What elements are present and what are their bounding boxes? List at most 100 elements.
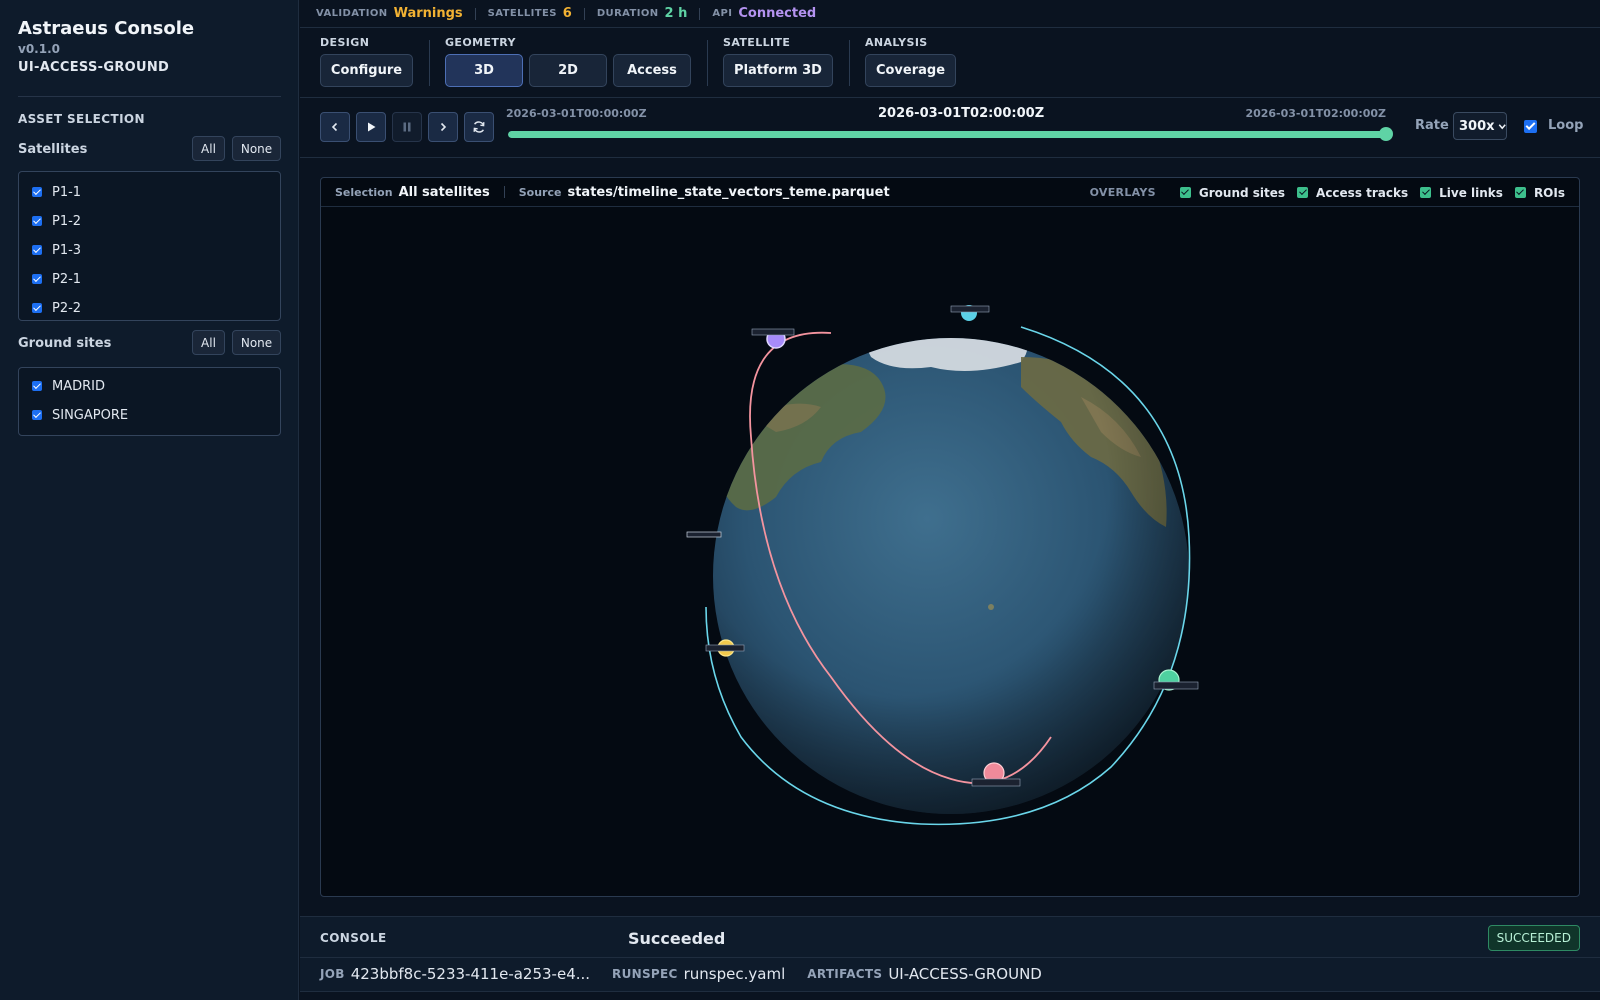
asset-selection-title: ASSET SELECTION bbox=[18, 112, 145, 126]
ground-site-checkbox[interactable] bbox=[32, 381, 42, 391]
geometry-group-label: GEOMETRY bbox=[445, 36, 516, 49]
satellite-list[interactable]: P1-1 P1-2 P1-3 P2-1 P2-2 bbox=[18, 171, 281, 321]
overlay-checkbox[interactable] bbox=[1297, 187, 1309, 198]
ground-site-label: SINGAPORE bbox=[52, 407, 129, 423]
viewport-header: Selection All satellites Source states/t… bbox=[321, 178, 1579, 207]
console-title: CONSOLE bbox=[320, 931, 387, 945]
satellite-item[interactable]: P1-2 bbox=[19, 211, 81, 231]
chevron-down-icon bbox=[1498, 123, 1506, 129]
overlay-checkbox[interactable] bbox=[1420, 187, 1432, 198]
satellites-none-button[interactable]: None bbox=[232, 136, 281, 161]
toolbar-separator bbox=[849, 40, 850, 86]
satellite-checkbox[interactable] bbox=[32, 274, 42, 284]
source-value: states/timeline_state_vectors_teme.parqu… bbox=[567, 184, 890, 200]
overlay-live-links[interactable]: Live links bbox=[1420, 186, 1503, 200]
reset-button[interactable] bbox=[464, 112, 494, 142]
ground-sites-none-button[interactable]: None bbox=[232, 330, 281, 355]
duration-value: 2 h bbox=[664, 6, 688, 21]
satellites-count-label: SATELLITES bbox=[487, 8, 557, 19]
ground-site-checkbox[interactable] bbox=[32, 410, 42, 420]
ground-site-marker[interactable] bbox=[686, 531, 722, 538]
timeline-end-time: 2026-03-01T02:00:00Z bbox=[1245, 107, 1386, 120]
status-badge: SUCCEEDED bbox=[1487, 925, 1580, 951]
platform-3d-button[interactable]: Platform 3D bbox=[723, 54, 833, 87]
chevron-right-icon bbox=[440, 122, 447, 132]
loop-label: Loop bbox=[1548, 118, 1584, 133]
validation-label: VALIDATION bbox=[316, 8, 388, 19]
ground-sites-group-title: Ground sites bbox=[18, 336, 112, 351]
geometry-access-button[interactable]: Access bbox=[613, 54, 691, 87]
satellite-item[interactable]: P2-2 bbox=[19, 298, 81, 318]
geometry-3d-button[interactable]: 3D bbox=[445, 54, 523, 87]
timeline-current-time: 2026-03-01T02:00:00Z bbox=[878, 106, 1045, 121]
ground-site-item[interactable]: SINGAPORE bbox=[19, 405, 128, 425]
api-status: API Connected bbox=[712, 6, 816, 21]
job-value[interactable]: 423bbf8c-5233-411e-a253-e4... bbox=[351, 965, 590, 983]
satellites-all-button[interactable]: All bbox=[192, 136, 225, 161]
duration-status: DURATION 2 h bbox=[597, 6, 688, 21]
overlay-checkbox[interactable] bbox=[1514, 187, 1526, 198]
duration-label: DURATION bbox=[596, 8, 659, 19]
satellite-item[interactable]: P2-1 bbox=[19, 269, 81, 289]
configure-button[interactable]: Configure bbox=[320, 54, 413, 87]
selection-value: All satellites bbox=[398, 184, 490, 200]
viewport-header-separator bbox=[503, 186, 505, 198]
timeline-start-time: 2026-03-01T00:00:00Z bbox=[506, 107, 647, 120]
timeline-slider-track[interactable] bbox=[508, 131, 1386, 138]
console-details: JOB 423bbf8c-5233-411e-a253-e4... RUNSPE… bbox=[320, 965, 1064, 983]
api-value: Connected bbox=[738, 6, 817, 21]
artifacts-value[interactable]: UI-ACCESS-GROUND bbox=[888, 965, 1042, 983]
status-separator bbox=[583, 7, 585, 20]
step-back-button[interactable] bbox=[320, 112, 350, 142]
coverage-button[interactable]: Coverage bbox=[865, 54, 956, 87]
toolbar: DESIGN Configure GEOMETRY 3D 2D Access S… bbox=[300, 28, 1600, 98]
status-separator bbox=[474, 7, 476, 20]
overlay-label: ROIs bbox=[1533, 185, 1565, 200]
satellite-group-label: SATELLITE bbox=[723, 36, 791, 49]
satellite-checkbox[interactable] bbox=[32, 216, 42, 226]
ground-sites-all-button[interactable]: All bbox=[192, 330, 225, 355]
globe-canvas[interactable] bbox=[321, 207, 1579, 896]
runspec-value[interactable]: runspec.yaml bbox=[684, 965, 786, 983]
api-label: API bbox=[712, 8, 733, 19]
satellites-group-title: Satellites bbox=[18, 142, 88, 157]
app-version: v0.1.0 bbox=[18, 42, 60, 56]
console-divider bbox=[300, 957, 1600, 958]
satellite-label: P1-3 bbox=[52, 242, 82, 258]
overlay-ground-sites[interactable]: Ground sites bbox=[1179, 186, 1285, 200]
ground-site-list[interactable]: MADRID SINGAPORE bbox=[18, 367, 281, 436]
overlay-access-tracks[interactable]: Access tracks bbox=[1297, 186, 1408, 200]
toolbar-separator bbox=[707, 40, 708, 86]
rate-select[interactable]: 300x bbox=[1453, 112, 1507, 140]
timeline-slider-thumb[interactable] bbox=[1379, 127, 1393, 141]
validation-status: VALIDATION Warnings bbox=[316, 6, 463, 21]
overlay-rois[interactable]: ROIs bbox=[1514, 185, 1565, 200]
ground-site-item[interactable]: MADRID bbox=[19, 376, 105, 396]
source-label: Source bbox=[518, 185, 562, 199]
sidebar-divider bbox=[18, 96, 281, 97]
satellite-item[interactable]: P1-1 bbox=[19, 182, 81, 202]
artifacts-label: ARTIFACTS bbox=[807, 967, 883, 981]
satellite-checkbox[interactable] bbox=[32, 187, 42, 197]
pause-button[interactable] bbox=[392, 112, 422, 142]
satellite-item[interactable]: P1-3 bbox=[19, 240, 81, 260]
timeline-bar: 2026-03-01T00:00:00Z 2026-03-01T02:00:00… bbox=[300, 98, 1600, 158]
satellite-label: P1-2 bbox=[52, 213, 82, 229]
earth-shading bbox=[713, 338, 1189, 814]
satellites-count-value: 6 bbox=[562, 6, 572, 21]
play-icon bbox=[368, 122, 376, 132]
geometry-2d-button[interactable]: 2D bbox=[529, 54, 607, 87]
step-forward-button[interactable] bbox=[428, 112, 458, 142]
satellite-checkbox[interactable] bbox=[32, 245, 42, 255]
refresh-icon bbox=[473, 121, 485, 133]
console-footer bbox=[300, 991, 1600, 1000]
loop-checkbox[interactable] bbox=[1524, 120, 1537, 133]
overlay-label: Access tracks bbox=[1316, 185, 1409, 200]
globe-viewport[interactable]: Selection All satellites Source states/t… bbox=[320, 177, 1580, 897]
timeline-slider-fill bbox=[508, 131, 1386, 138]
overlay-checkbox[interactable] bbox=[1179, 187, 1191, 198]
satellite-marker-cyan[interactable] bbox=[950, 305, 990, 321]
play-button[interactable] bbox=[356, 112, 386, 142]
rate-value: 300x bbox=[1459, 118, 1495, 134]
satellite-checkbox[interactable] bbox=[32, 303, 42, 313]
